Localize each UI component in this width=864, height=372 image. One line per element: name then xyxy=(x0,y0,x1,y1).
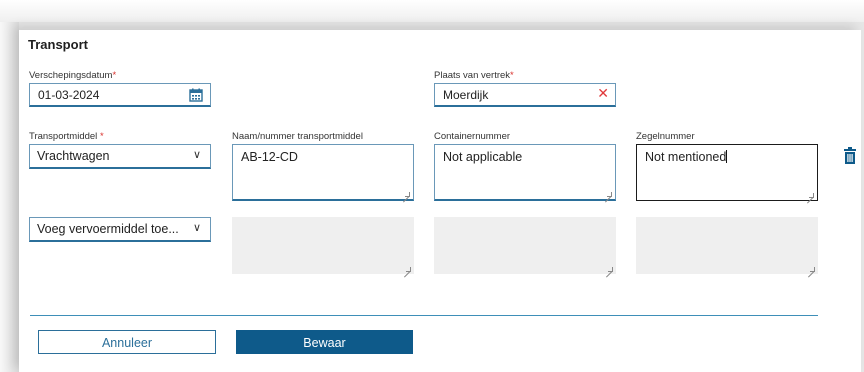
departure-label-text: Plaats van vertrek xyxy=(434,70,511,81)
resize-handle xyxy=(406,267,411,272)
shipping-date-value: 01-03-2024 xyxy=(38,88,100,102)
resize-handle[interactable] xyxy=(607,192,612,197)
window-top-edge xyxy=(0,0,864,22)
cancel-button[interactable]: Annuleer xyxy=(38,330,216,354)
departure-label: Plaats van vertrek* xyxy=(434,70,514,81)
text-cursor xyxy=(726,150,728,163)
container-number-textarea-disabled xyxy=(434,217,616,274)
save-button[interactable]: Bewaar xyxy=(236,330,413,354)
departure-input[interactable]: Moerdijk ✕ xyxy=(434,83,616,107)
seal-number-value: Not mentioned xyxy=(645,150,727,164)
container-number-textarea[interactable]: Not applicable xyxy=(434,144,616,201)
section-title: Transport xyxy=(28,37,88,52)
container-number-label: Containernummer xyxy=(434,131,511,142)
vehicle-id-value: AB-12-CD xyxy=(241,150,298,164)
shipping-date-label-text: Verschepingsdatum xyxy=(29,70,113,81)
transport-mode-label: Transportmiddel * xyxy=(29,131,104,142)
chevron-down-icon: ∨ xyxy=(192,222,201,234)
transport-mode-value: Vrachtwagen xyxy=(37,149,110,163)
transport-panel xyxy=(19,30,861,372)
required-marker: * xyxy=(99,131,104,142)
clear-icon[interactable]: ✕ xyxy=(597,85,609,102)
transport-mode-label-text: Transportmiddel xyxy=(29,131,100,142)
calendar-icon[interactable] xyxy=(189,88,203,102)
departure-value: Moerdijk xyxy=(443,88,489,102)
shipping-date-input[interactable]: 01-03-2024 xyxy=(29,83,211,107)
divider xyxy=(30,315,818,316)
seal-number-textarea-disabled xyxy=(636,217,818,274)
add-vehicle-select[interactable]: Voeg vervoermiddel toe... ∨ xyxy=(29,217,211,242)
seal-number-label: Zegelnummer xyxy=(636,131,695,142)
add-vehicle-value: Voeg vervoermiddel toe... xyxy=(37,222,179,236)
vehicle-id-textarea[interactable]: AB-12-CD xyxy=(232,144,414,201)
shipping-date-label: Verschepingsdatum* xyxy=(29,70,116,81)
resize-handle[interactable] xyxy=(405,192,410,197)
trash-icon[interactable] xyxy=(843,147,857,164)
container-number-value: Not applicable xyxy=(443,150,523,164)
resize-handle xyxy=(810,267,815,272)
window-left-edge xyxy=(0,22,19,372)
vehicle-id-textarea-disabled xyxy=(232,217,414,274)
resize-handle[interactable] xyxy=(809,193,814,198)
transport-mode-select[interactable]: Vrachtwagen ∨ xyxy=(29,144,211,169)
vehicle-id-label: Naam/nummer transportmiddel xyxy=(232,131,363,142)
required-marker: * xyxy=(510,70,514,81)
seal-number-textarea[interactable]: Not mentioned xyxy=(636,144,818,201)
chevron-down-icon: ∨ xyxy=(192,149,201,161)
resize-handle xyxy=(608,267,613,272)
required-marker: * xyxy=(112,70,117,81)
